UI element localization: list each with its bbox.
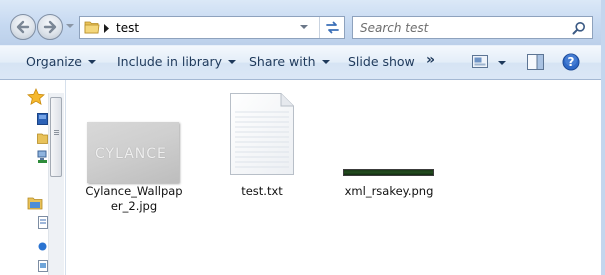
window-chrome: test Search test — [0, 0, 605, 45]
desktop-icon[interactable] — [37, 113, 48, 125]
include-in-library-label: Include in library — [117, 54, 223, 69]
more-commands-button[interactable]: » — [426, 52, 435, 68]
scrollbar-thumb[interactable] — [50, 97, 62, 177]
folder-icon — [84, 21, 100, 34]
breadcrumb-item[interactable]: test — [116, 21, 139, 35]
share-with-label: Share with — [249, 54, 316, 69]
pictures-library-icon[interactable] — [38, 260, 48, 272]
breadcrumb-chevron-icon[interactable] — [104, 24, 110, 33]
libraries-icon[interactable] — [27, 196, 43, 210]
preview-pane-icon[interactable] — [527, 54, 544, 70]
downloads-folder-icon[interactable] — [37, 132, 48, 144]
change-view-icon[interactable] — [472, 55, 488, 68]
music-library-icon[interactable] — [38, 242, 47, 251]
window-border — [601, 0, 605, 275]
file-name-label[interactable]: Cylance_Wallpap er_2.jpg — [84, 184, 184, 214]
file-name-label[interactable]: xml_rsakey.png — [334, 184, 444, 199]
file-thumbnail-wallpaper[interactable]: CYLANCE — [87, 122, 179, 183]
include-in-library-button[interactable]: Include in library — [117, 54, 237, 69]
back-button[interactable] — [10, 14, 36, 40]
search-placeholder: Search test — [360, 21, 429, 35]
organize-button[interactable]: Organize — [26, 54, 96, 69]
share-with-button[interactable]: Share with — [249, 54, 330, 69]
organize-label: Organize — [26, 54, 82, 69]
chevron-down-icon — [88, 60, 96, 64]
refresh-icon — [326, 21, 339, 34]
file-name-line: er_2.jpg — [110, 199, 158, 213]
search-icon[interactable] — [572, 21, 586, 35]
address-history-dropdown[interactable] — [293, 18, 315, 37]
chevron-down-icon — [300, 25, 308, 29]
thumbnail-watermark-text: CYLANCE — [95, 146, 167, 162]
chevron-down-icon — [321, 60, 330, 64]
file-list[interactable]: CYLANCE Cylance_Wallpap er_2.jpg test.tx… — [66, 80, 605, 275]
address-bar[interactable]: test — [79, 16, 345, 39]
network-places-icon[interactable] — [37, 150, 48, 164]
forward-button[interactable] — [37, 14, 63, 40]
navigation-scrollbar[interactable] — [48, 93, 64, 275]
favorites-star-icon[interactable] — [27, 88, 45, 106]
navigation-pane[interactable] — [0, 80, 66, 275]
svg-text:?: ? — [568, 55, 575, 69]
recent-pages-chevron-icon[interactable] — [66, 24, 74, 29]
view-options-chevron-icon[interactable] — [498, 61, 506, 66]
chevron-down-icon — [228, 60, 237, 64]
help-icon[interactable]: ? — [562, 53, 580, 71]
forward-arrow-icon — [43, 20, 57, 34]
file-name-line: Cylance_Wallpap — [85, 184, 183, 198]
slide-show-button[interactable]: Slide show — [348, 54, 415, 69]
back-arrow-icon — [16, 20, 30, 34]
documents-library-icon[interactable] — [38, 216, 48, 229]
file-name-label[interactable]: test.txt — [229, 184, 295, 199]
text-file-icon[interactable] — [229, 92, 295, 176]
command-bar: Organize Include in library Share with S… — [0, 45, 605, 80]
refresh-button[interactable] — [319, 17, 345, 38]
search-input[interactable]: Search test — [352, 16, 593, 39]
file-thumbnail-png[interactable] — [343, 169, 434, 176]
